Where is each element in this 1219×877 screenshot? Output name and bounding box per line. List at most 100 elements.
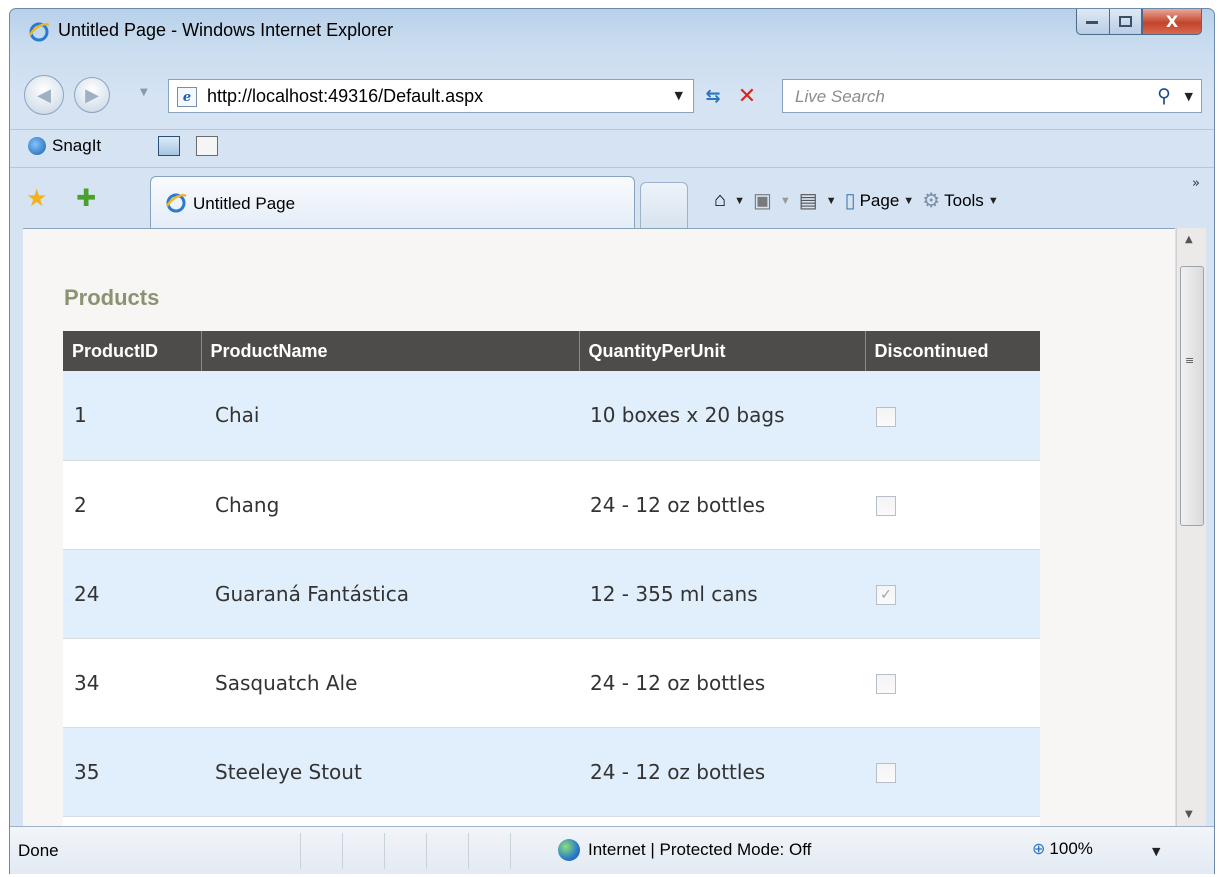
address-toolbar: ◀ ▶ ▼ e http://localhost:49316/Default.a… — [10, 69, 1214, 119]
cell-productname: Guaraná Fantástica — [201, 549, 579, 639]
tools-menu-dropdown: ▼ — [987, 194, 999, 207]
minimize-button[interactable] — [1076, 9, 1109, 35]
feeds-icon[interactable]: ▣ — [753, 188, 772, 213]
tools-gear-icon: ⚙ — [922, 190, 941, 212]
snagit-open-icon[interactable] — [196, 136, 218, 156]
tools-menu-button[interactable]: ⚙ Tools ▼ — [922, 188, 999, 213]
scroll-down-arrow-icon[interactable]: ▼ — [1185, 809, 1193, 820]
page-heading: Products — [64, 285, 160, 310]
address-dropdown-icon[interactable]: ▼ — [675, 89, 683, 102]
products-grid: ProductID ProductName QuantityPerUnit Di… — [63, 331, 1040, 826]
security-zone[interactable]: Internet | Protected Mode: Off — [558, 839, 811, 861]
tools-menu-label: Tools — [944, 190, 984, 210]
refresh-icon: ⇆ — [705, 85, 721, 107]
home-dropdown[interactable]: ▼ — [734, 195, 745, 207]
home-icon[interactable]: ⌂ — [714, 189, 726, 212]
print-icon[interactable]: ▤ — [799, 188, 818, 213]
status-panes — [300, 833, 552, 869]
scrollbar-thumb[interactable] — [1180, 266, 1204, 526]
scroll-up-arrow-icon[interactable]: ▲ — [1185, 234, 1193, 245]
more-commands-chevron-icon[interactable]: » — [1192, 176, 1200, 191]
table-row: 24 Guaraná Fantástica 12 - 355 ml cans ✓ — [63, 549, 1040, 639]
cell-productid: 2 — [63, 460, 201, 550]
page-favicon-icon: e — [177, 87, 197, 107]
cell-productname: Steeleye Stout — [201, 727, 579, 817]
title-bar: Untitled Page - Windows Internet Explore… — [10, 9, 1214, 53]
page-menu-dropdown: ▼ — [903, 194, 915, 207]
table-row — [63, 816, 1040, 826]
cell-discontinued — [865, 638, 1040, 728]
page-menu-label: Page — [859, 190, 900, 210]
page-menu-button[interactable]: ▯ Page ▼ — [845, 188, 915, 213]
search-input[interactable]: Live Search ⚲ ▼ — [782, 79, 1202, 113]
ie-tab-icon — [165, 193, 187, 213]
window-controls: X — [1076, 9, 1202, 35]
snagit-label: SnagIt — [52, 136, 102, 155]
cell-productid: 24 — [63, 549, 201, 639]
scrollbar-grip-icon: ≡ — [1185, 354, 1195, 367]
forward-button[interactable]: ▶ — [74, 77, 110, 113]
tab-untitled-page[interactable]: Untitled Page — [150, 176, 635, 230]
back-button[interactable]: ◀ — [24, 75, 64, 115]
security-zone-label: Internet | Protected Mode: Off — [588, 840, 812, 859]
cell-productid — [63, 816, 201, 826]
tab-row: ★ ✚ Untitled Page ⌂ ▼ ▣ ▼ ▤ ▼ ▯ Page ▼ ⚙ — [10, 167, 1214, 230]
cell-productname: Chai — [201, 371, 579, 461]
snagit-capture-icon[interactable] — [158, 136, 180, 156]
back-icon: ◀ — [37, 84, 51, 106]
zoom-dropdown[interactable]: ▼ — [1152, 845, 1160, 858]
ie-logo-icon — [28, 22, 50, 42]
snagit-toolbar: SnagIt — [10, 129, 1214, 165]
table-row: 34 Sasquatch Ale 24 - 12 oz bottles — [63, 638, 1040, 728]
add-favorites-icon[interactable]: ✚ — [76, 184, 96, 212]
globe-icon — [558, 839, 580, 861]
cell-quantityperunit: 24 - 12 oz bottles — [579, 638, 865, 728]
refresh-button[interactable]: ⇆ — [698, 81, 728, 111]
browser-window: Untitled Page - Windows Internet Explore… — [9, 8, 1215, 874]
cell-productid: 35 — [63, 727, 201, 817]
column-header-discontinued: Discontinued — [864, 331, 1040, 371]
cell-quantityperunit: 24 - 12 oz bottles — [579, 727, 865, 817]
search-icon[interactable]: ⚲ — [1157, 85, 1171, 107]
table-row: 2 Chang 24 - 12 oz bottles — [63, 460, 1040, 550]
column-header-productname: ProductName — [200, 331, 579, 371]
page-content: Products ProductID ProductName QuantityP… — [23, 228, 1175, 826]
search-options-dropdown[interactable]: ▼ — [1185, 90, 1193, 103]
maximize-button[interactable] — [1109, 9, 1142, 35]
stop-icon: ✕ — [737, 83, 757, 109]
print-dropdown[interactable]: ▼ — [826, 195, 837, 207]
favorites-star-icon[interactable]: ★ — [26, 184, 48, 212]
close-button[interactable]: X — [1142, 9, 1202, 35]
address-url[interactable]: http://localhost:49316/Default.aspx — [207, 86, 483, 107]
cell-discontinued — [865, 816, 1040, 826]
cell-discontinued — [865, 727, 1040, 817]
zoom-control[interactable]: ⊕ 100% — [1032, 839, 1093, 859]
table-row: 35 Steeleye Stout 24 - 12 oz bottles — [63, 727, 1040, 817]
snagit-button[interactable]: SnagIt — [28, 136, 101, 156]
zoom-level: 100% — [1049, 839, 1093, 858]
zoom-icon: ⊕ — [1032, 841, 1046, 858]
new-tab-button[interactable] — [640, 182, 688, 230]
cell-productname: Sasquatch Ale — [201, 638, 579, 728]
cell-quantityperunit: 24 - 12 oz bottles — [579, 460, 865, 550]
search-placeholder: Live Search — [795, 87, 885, 106]
status-bar: Done Internet | Protected Mode: Off ⊕ 10… — [10, 826, 1214, 874]
cell-discontinued — [865, 460, 1040, 550]
stop-button[interactable]: ✕ — [732, 81, 762, 111]
cell-quantityperunit — [579, 816, 865, 826]
address-bar[interactable]: e http://localhost:49316/Default.aspx ▼ — [168, 79, 694, 113]
discontinued-checkbox — [876, 406, 896, 427]
recent-pages-dropdown[interactable]: ▼ — [140, 87, 148, 98]
cell-discontinued — [865, 371, 1040, 461]
vertical-scrollbar[interactable]: ▲ ≡ ▼ — [1176, 228, 1206, 826]
cell-productid: 34 — [63, 638, 201, 728]
page-icon: ▯ — [844, 190, 856, 212]
discontinued-checkbox — [876, 763, 896, 783]
discontinued-checkbox: ✓ — [876, 585, 896, 605]
cell-productname: Chang — [201, 460, 579, 550]
discontinued-checkbox — [876, 674, 896, 694]
table-row: 1 Chai 10 boxes x 20 bags — [63, 371, 1040, 461]
command-bar: ⌂ ▼ ▣ ▼ ▤ ▼ ▯ Page ▼ ⚙ Tools ▼ — [714, 188, 999, 213]
feeds-dropdown[interactable]: ▼ — [780, 195, 791, 207]
cell-quantityperunit: 10 boxes x 20 bags — [579, 371, 865, 461]
